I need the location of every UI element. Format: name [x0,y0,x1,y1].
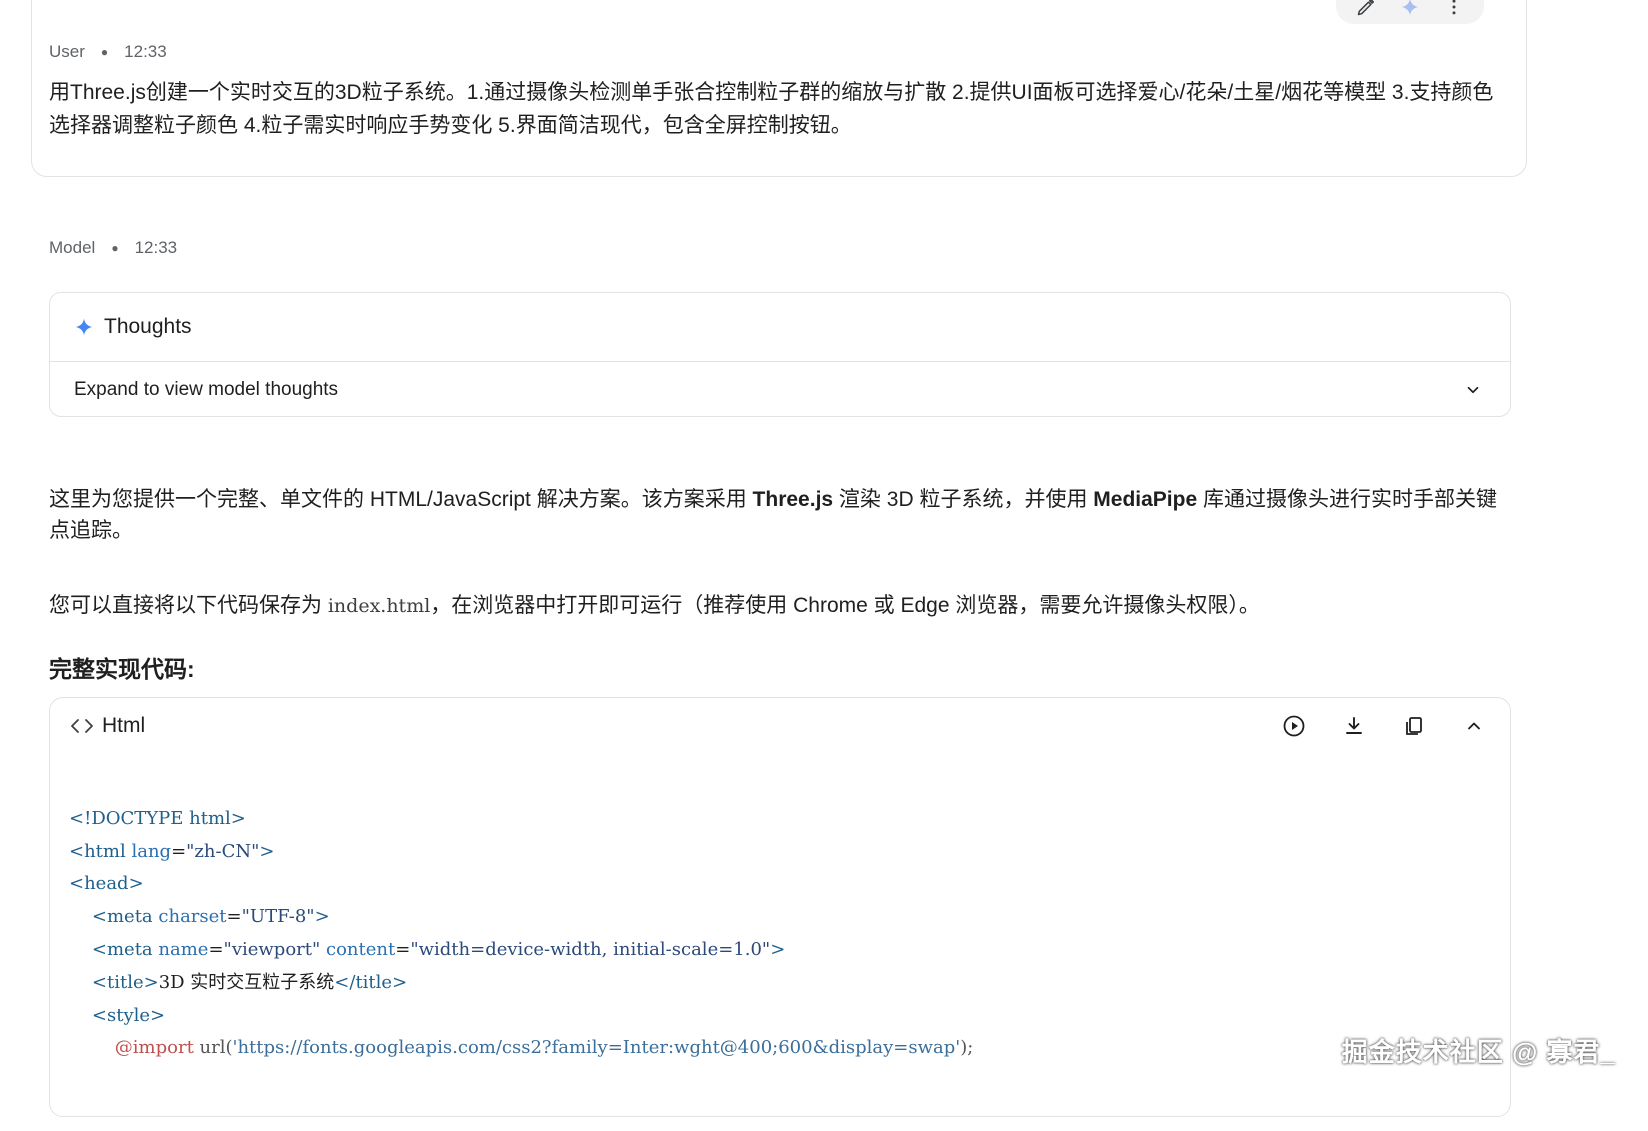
chevron-down-icon [1467,386,1479,394]
code-header: Html [50,698,1510,754]
code-token: > [314,906,330,928]
code-line: <!DOCTYPE html> [69,803,1510,836]
message-toolbar [1336,0,1484,24]
code-token: content [320,938,396,960]
code-line: <meta name="viewport" content="width=dev… [69,934,1510,967]
download-icon [1346,717,1362,734]
bold-text: MediaPipe [1093,488,1198,511]
code-token: url( [193,1037,233,1059]
expand-thoughts-label: Expand to view model thoughts [74,379,339,400]
model-author: Model [49,238,96,257]
code-token: @import [114,1037,194,1059]
thoughts-header: Thoughts [50,293,1510,362]
text: 渲染 3D 粒子系统，并使用 [833,488,1094,511]
thoughts-title: Thoughts [104,315,192,338]
user-meta: User ● 12:33 [49,42,167,62]
run-code-button[interactable] [1276,708,1312,744]
code-body: <!DOCTYPE html> <html lang="zh-CN"> <head>… [50,754,1510,1131]
code-token: <style> [91,1004,166,1026]
code-line: <head> [69,868,1510,901]
code-token: 3D 实时交互粒子系统 [158,971,335,993]
sparkle-icon[interactable] [1393,0,1427,24]
inline-code: index.html [327,595,431,617]
code-token: "width=device-width, initial-scale=1.0" [410,938,771,960]
code-line: <html lang="zh-CN"> [69,836,1510,869]
more-vert-icon[interactable] [1437,0,1471,24]
meta-dot: ● [100,45,109,59]
text: 这里为您提供一个完整、单文件的 HTML/JavaScript 解决方案。该方案… [49,488,753,511]
code-token: "zh-CN" [186,840,260,862]
thoughts-panel: Thoughts Expand to view model thoughts [49,292,1511,417]
copy-code-button[interactable] [1396,708,1432,744]
section-title: 完整实现代码: [49,656,195,682]
code-token: </title> [334,971,408,993]
meta-dot: ● [111,241,119,255]
code-token: charset [152,906,227,928]
code-token: ); [960,1037,974,1059]
bold-text: Three.js [752,488,834,511]
code-token: lang [125,840,172,862]
code-line: <style> [69,1000,1510,1033]
expand-thoughts-button[interactable]: Expand to view model thoughts [50,362,1510,418]
code-token: <head> [69,873,144,895]
code-token: "UTF-8" [241,906,315,928]
code-token: = [226,906,242,928]
chevron-up-icon [1468,722,1480,730]
code-line: @import url('https://fonts.googleapis.co… [69,1032,1510,1065]
download-code-button[interactable] [1336,708,1372,744]
code-line: <title>3D 实时交互粒子系统</title> [69,967,1510,1000]
model-meta: Model ● 12:33 [49,238,177,258]
collapse-code-button[interactable] [1456,708,1492,744]
watermark: 掘金技术社区 @ 寡君_ [1341,1037,1616,1067]
text: ，在浏览器中打开即可运行（推荐使用 Chrome 或 Edge 浏览器，需要允许… [430,594,1260,617]
user-prompt-text: 用Three.js创建一个实时交互的3D粒子系统。1.通过摄像头检测单手张合控制… [49,81,1494,137]
model-time: 12:33 [134,238,178,257]
copy-icon [1406,717,1422,735]
code-token: <html [69,840,126,862]
code-token: = [208,938,224,960]
code-token: > [770,938,786,960]
code-token: <!DOCTYPE html> [69,807,246,829]
code-token: 'https://fonts.googleapis.com/css2?famil… [232,1037,961,1059]
play-circle-icon [1283,715,1305,737]
text: 您可以直接将以下代码保存为 [49,594,328,617]
code-token: > [259,840,275,862]
user-time: 12:33 [124,42,167,61]
code-language: Html [70,714,145,738]
edit-icon[interactable] [1349,0,1383,24]
code-token: <title> [91,971,159,993]
code-token: <meta [91,906,153,928]
code-line: <meta charset="UTF-8"> [69,901,1510,934]
code-actions [1276,708,1492,744]
code-token: name [152,938,209,960]
user-author: User [49,42,85,61]
instruction-paragraph: 您可以直接将以下代码保存为 index.html，在浏览器中打开即可运行（推荐使… [49,590,1509,622]
intro-paragraph: 这里为您提供一个完整、单文件的 HTML/JavaScript 解决方案。该方案… [49,484,1509,546]
code-token: "viewport" [223,938,321,960]
code-token: <meta [91,938,153,960]
code-language-label: Html [102,714,146,737]
code-token: = [171,840,187,862]
code-icon [71,719,93,733]
code-block: Html <!DOCTYPE html> <html lang="zh-CN"> <… [49,697,1511,1117]
sparkle-icon [75,318,93,336]
code-token: = [395,938,411,960]
